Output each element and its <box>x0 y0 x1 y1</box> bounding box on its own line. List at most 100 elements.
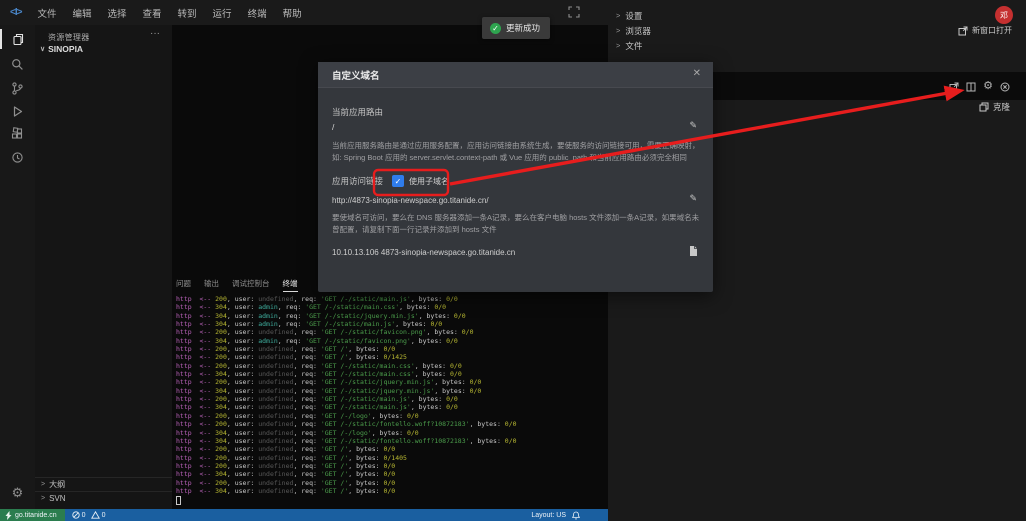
user-avatar[interactable]: 邓 <box>995 6 1013 24</box>
new-window-icon <box>958 26 968 36</box>
status-bar: go.titanide.cn 0 0 Layout: US <box>0 509 608 521</box>
source-control-icon[interactable] <box>0 78 35 98</box>
modal-header: 自定义域名 ✕ <box>318 62 713 88</box>
close-circle-icon[interactable] <box>1000 82 1010 92</box>
panel-tabs: 问题 输出 调试控制台 终端 <box>176 278 298 291</box>
chevron-right-icon: > <box>616 26 620 35</box>
explorer-icon[interactable] <box>0 29 35 49</box>
log-line: http <-- 200, user: undefined, req: 'GET… <box>176 353 604 361</box>
section-files[interactable]: > 文件 <box>608 38 1026 53</box>
copy-hosts-icon[interactable] <box>687 245 698 257</box>
menu-go[interactable]: 转到 <box>170 6 205 20</box>
log-line: http <-- 304, user: admin, req: 'GET /-/… <box>176 303 604 311</box>
log-line: http <-- 304, user: undefined, req: 'GET… <box>176 437 604 445</box>
log-line: http <-- 304, user: undefined, req: 'GET… <box>176 403 604 411</box>
tab-output[interactable]: 输出 <box>204 278 219 291</box>
tree-root-sinopia[interactable]: ∨ SINOPIA <box>40 44 83 54</box>
log-line: http <-- 200, user: undefined, req: 'GET… <box>176 345 604 353</box>
use-subdomain-checkbox[interactable]: ✓ <box>392 175 404 187</box>
manage-gear-icon[interactable]: ⚙ <box>0 482 35 502</box>
explorer-sidebar: 资源管理器 ··· ∨ SINOPIA > 大纲 > SVN <box>35 25 172 509</box>
log-line: http <-- 200, user: undefined, req: 'GET… <box>176 362 604 370</box>
log-line: http <-- 304, user: undefined, req: 'GET… <box>176 470 604 478</box>
terminal-logs[interactable]: http <-- 200, user: undefined, req: 'GET… <box>176 295 604 495</box>
modal-title: 自定义域名 <box>332 68 380 82</box>
extensions-icon[interactable] <box>0 124 35 144</box>
terminal-cursor <box>176 496 181 505</box>
log-line: http <-- 304, user: undefined, req: 'GET… <box>176 387 604 395</box>
custom-domain-modal: 自定义域名 ✕ 当前应用路由 / ✎ 当前应用服务路由是通过应用服务配置，应用访… <box>318 62 713 292</box>
access-link-row: 应用访问链接 ✓ 使用子域名 <box>332 174 449 188</box>
preview-settings-gear-icon[interactable]: ⚙ <box>983 80 993 93</box>
remote-bolt-icon <box>5 511 12 520</box>
menu-edit[interactable]: 编辑 <box>64 6 99 20</box>
explorer-more-icon[interactable]: ··· <box>150 28 160 39</box>
route-label: 当前应用路由 <box>332 106 383 118</box>
log-line: http <-- 200, user: undefined, req: 'GET… <box>176 479 604 487</box>
menu-file[interactable]: 文件 <box>29 6 64 20</box>
route-description: 当前应用服务路由是通过应用服务配置，应用访问链接由系统生成，要使服务的访问链接可… <box>332 140 700 163</box>
toast-notification: ✓ 更新成功 <box>482 17 550 39</box>
search-icon[interactable] <box>0 54 35 74</box>
open-new-window-button[interactable]: 新窗口打开 <box>958 24 1012 37</box>
clone-icon <box>979 102 989 112</box>
log-line: http <-- 200, user: undefined, req: 'GET… <box>176 445 604 453</box>
chevron-right-icon: > <box>616 41 620 50</box>
split-view-icon[interactable] <box>966 82 976 92</box>
open-external-icon[interactable] <box>949 82 959 92</box>
menu-selection[interactable]: 选择 <box>100 6 135 20</box>
dns-description: 要使域名可访问，要么在 DNS 服务器添加一条A记录，要么在客户电脑 hosts… <box>332 212 700 235</box>
chevron-right-icon: > <box>41 481 45 488</box>
activity-bar: ⚙ <box>0 25 35 509</box>
menu-help[interactable]: 帮助 <box>275 6 310 20</box>
menu-view[interactable]: 查看 <box>135 6 170 20</box>
problems-indicator[interactable]: 0 0 <box>72 511 106 519</box>
log-line: http <-- 200, user: undefined, req: 'GET… <box>176 328 604 336</box>
error-icon <box>72 511 80 519</box>
fullscreen-toggle-icon[interactable] <box>568 6 580 18</box>
modal-close-icon[interactable]: ✕ <box>693 68 701 79</box>
edit-route-pencil-icon[interactable]: ✎ <box>689 120 697 131</box>
log-line: http <-- 200, user: undefined, req: 'GET… <box>176 454 604 462</box>
app-root: <I> 文件 编辑 选择 查看 转到 运行 终端 帮助 ⚙ <box>0 0 1032 528</box>
app-logo-icon: <I> <box>0 7 29 18</box>
keyboard-layout[interactable]: Layout: US <box>531 512 566 519</box>
log-line: http <-- 304, user: admin, req: 'GET /-/… <box>176 337 604 345</box>
clone-button[interactable]: 克隆 <box>979 100 1010 114</box>
sidebar-section-outline[interactable]: > 大纲 <box>35 477 172 491</box>
toast-message: 更新成功 <box>506 22 540 34</box>
menu-run[interactable]: 运行 <box>205 6 240 20</box>
log-line: http <-- 304, user: undefined, req: 'GET… <box>176 429 604 437</box>
explorer-header: 资源管理器 <box>48 32 90 43</box>
remote-indicator[interactable]: go.titanide.cn <box>0 509 65 521</box>
use-subdomain-label[interactable]: 使用子域名 <box>409 176 449 187</box>
log-line: http <-- 304, user: admin, req: 'GET /-/… <box>176 320 604 328</box>
log-line: http <-- 200, user: undefined, req: 'GET… <box>176 295 604 303</box>
log-line: http <-- 200, user: undefined, req: 'GET… <box>176 378 604 386</box>
log-line: http <-- 200, user: undefined, req: 'GET… <box>176 420 604 428</box>
log-line: http <-- 304, user: undefined, req: 'GET… <box>176 487 604 495</box>
log-line: http <-- 200, user: undefined, req: 'GET… <box>176 412 604 420</box>
timer-icon[interactable] <box>0 147 35 167</box>
sidebar-section-svn[interactable]: > SVN <box>35 491 172 505</box>
success-check-icon: ✓ <box>490 23 501 34</box>
app-access-url: http://4873-sinopia-newspace.go.titanide… <box>332 196 489 205</box>
tab-problems[interactable]: 问题 <box>176 278 191 291</box>
access-link-label: 应用访问链接 <box>332 175 383 187</box>
log-line: http <-- 200, user: undefined, req: 'GET… <box>176 462 604 470</box>
bell-icon[interactable] <box>572 511 580 520</box>
chevron-down-icon: ∨ <box>40 45 45 53</box>
run-debug-icon[interactable] <box>0 101 35 121</box>
edit-url-pencil-icon[interactable]: ✎ <box>689 193 697 204</box>
log-line: http <-- 304, user: admin, req: 'GET /-/… <box>176 312 604 320</box>
chevron-right-icon: > <box>616 11 620 20</box>
tab-terminal[interactable]: 终端 <box>283 278 298 292</box>
hosts-record: 10.10.13.106 4873-sinopia-newspace.go.ti… <box>332 248 515 257</box>
route-value: / <box>332 122 334 132</box>
log-line: http <-- 200, user: undefined, req: 'GET… <box>176 395 604 403</box>
menu-terminal[interactable]: 终端 <box>240 6 275 20</box>
section-settings[interactable]: > 设置 <box>608 8 1026 23</box>
terminal-panel: 问题 输出 调试控制台 终端 http <-- 200, user: undef… <box>172 276 608 509</box>
tab-debug-console[interactable]: 调试控制台 <box>232 278 270 291</box>
log-line: http <-- 304, user: undefined, req: 'GET… <box>176 370 604 378</box>
